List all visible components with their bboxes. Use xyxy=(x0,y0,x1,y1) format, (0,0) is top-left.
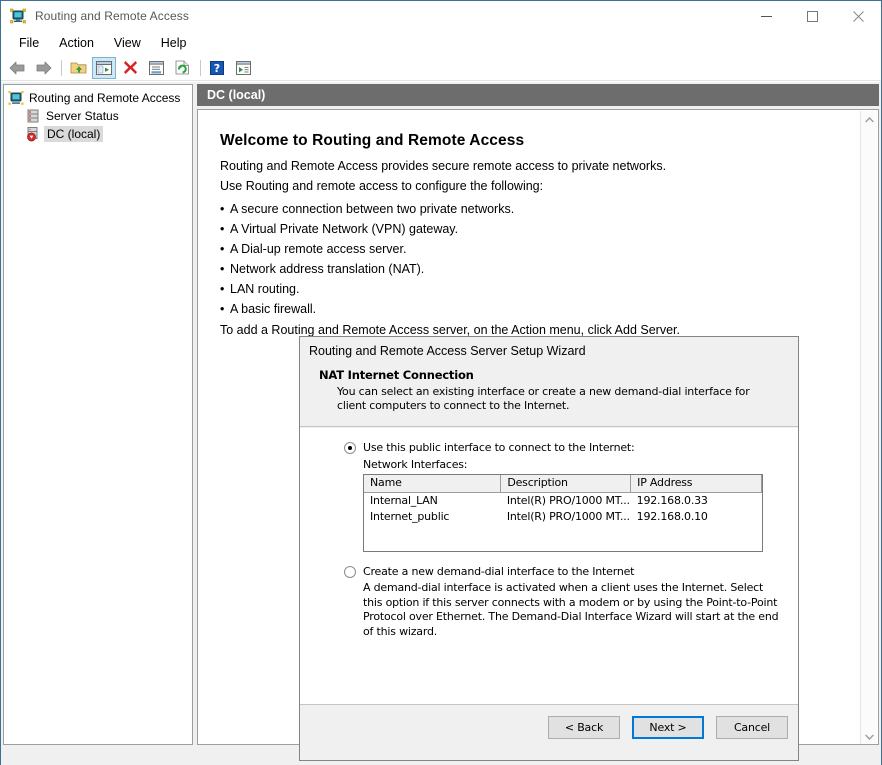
menu-file[interactable]: File xyxy=(9,33,49,53)
wizard-body: Use this public interface to connect to … xyxy=(300,428,798,704)
help-button[interactable]: ? xyxy=(205,57,229,79)
next-button[interactable]: Next > xyxy=(632,716,704,739)
cell-description: Intel(R) PRO/1000 MT... xyxy=(506,510,630,523)
menu-bar: File Action View Help xyxy=(1,31,881,55)
cell-description: Intel(R) PRO/1000 MT... xyxy=(506,494,630,507)
network-interfaces-label: Network Interfaces: xyxy=(363,458,468,471)
column-header-ip-address[interactable]: IP Address xyxy=(630,475,762,493)
page-title: Welcome to Routing and Remote Access xyxy=(220,132,525,149)
table-header-row: Name Description IP Address xyxy=(364,475,762,493)
menu-action[interactable]: Action xyxy=(49,33,104,53)
show-hide-console-tree-button[interactable] xyxy=(92,56,116,79)
toolbar-separator xyxy=(61,59,62,76)
cell-ip-address: 192.168.0.10 xyxy=(636,510,708,523)
toolbar: ? xyxy=(1,55,881,81)
rras-console-window: Routing and Remote Access File Action Vi… xyxy=(0,0,882,765)
cancel-button[interactable]: Cancel xyxy=(716,716,788,739)
export-list-button[interactable] xyxy=(231,57,255,79)
window-title: Routing and Remote Access xyxy=(35,9,189,23)
tree-node-routing-and-remote-access[interactable]: Routing and Remote Access xyxy=(8,89,192,107)
results-pane-scrollbar[interactable] xyxy=(860,111,878,744)
tree-node-dc-local[interactable]: DC (local) xyxy=(8,125,192,143)
wizard-title: Routing and Remote Access Server Setup W… xyxy=(309,344,586,358)
cell-name: Internet_public xyxy=(370,510,450,523)
results-pane-header: DC (local) xyxy=(197,84,879,106)
welcome-panel: Welcome to Routing and Remote Access Rou… xyxy=(198,110,878,337)
intro-line-1: Routing and Remote Access provides secur… xyxy=(220,159,667,173)
wizard-page-subtext: You can select an existing interface or … xyxy=(337,385,750,412)
tree-node-label: Routing and Remote Access xyxy=(29,91,181,105)
minimize-button[interactable] xyxy=(743,1,789,31)
scroll-down-icon[interactable] xyxy=(861,728,878,744)
radio-create-demand-dial[interactable]: Create a new demand-dial interface to th… xyxy=(300,565,798,578)
tree-node-label: Server Status xyxy=(46,109,119,123)
cell-ip-address: 192.168.0.33 xyxy=(636,494,708,507)
list-item: A Virtual Private Network (VPN) gateway. xyxy=(220,219,878,239)
radio-button-icon[interactable] xyxy=(344,566,356,578)
rras-setup-wizard-dialog: Routing and Remote Access Server Setup W… xyxy=(299,336,799,761)
table-row[interactable]: Internet_public Intel(R) PRO/1000 MT... … xyxy=(364,509,762,525)
delete-button[interactable] xyxy=(118,57,142,79)
back-button[interactable] xyxy=(5,57,29,79)
column-header-description[interactable]: Description xyxy=(500,475,632,493)
list-item: A secure connection between two private … xyxy=(220,199,878,219)
feature-list: A secure connection between two private … xyxy=(220,199,878,319)
wizard-page-heading: NAT Internet Connection xyxy=(319,368,474,382)
list-item: A Dial-up remote access server. xyxy=(220,239,878,259)
rras-root-icon xyxy=(8,90,24,106)
window-controls xyxy=(743,1,881,31)
menu-help[interactable]: Help xyxy=(151,33,197,53)
tree-node-server-status[interactable]: Server Status xyxy=(8,107,192,125)
title-bar: Routing and Remote Access xyxy=(1,1,881,31)
wizard-footer: < Back Next > Cancel xyxy=(300,704,798,760)
menu-view[interactable]: View xyxy=(104,33,151,53)
maximize-button[interactable] xyxy=(789,1,835,31)
list-item: LAN routing. xyxy=(220,279,878,299)
toolbar-separator xyxy=(200,59,201,76)
cell-name: Internal_LAN xyxy=(370,494,438,507)
radio-label: Use this public interface to connect to … xyxy=(363,441,635,454)
radio-use-public-interface[interactable]: Use this public interface to connect to … xyxy=(300,441,798,454)
server-local-icon xyxy=(25,126,41,142)
intro-line-2: Use Routing and remote access to configu… xyxy=(220,179,544,193)
network-interfaces-table[interactable]: Name Description IP Address Internal_LAN… xyxy=(363,474,763,552)
radio-label: Create a new demand-dial interface to th… xyxy=(363,565,635,578)
console-tree: Routing and Remote Access Server Status … xyxy=(4,85,192,143)
wizard-header: NAT Internet Connection You can select a… xyxy=(300,365,798,427)
radio-button-icon[interactable] xyxy=(344,442,356,454)
add-server-hint: To add a Routing and Remote Access serve… xyxy=(220,323,680,337)
console-tree-pane: Routing and Remote Access Server Status … xyxy=(3,84,193,745)
list-item: A basic firewall. xyxy=(220,299,878,319)
back-button[interactable]: < Back xyxy=(548,716,620,739)
forward-button[interactable] xyxy=(31,57,55,79)
tree-node-label: DC (local) xyxy=(44,126,104,142)
refresh-button[interactable] xyxy=(170,57,194,79)
rras-console-icon xyxy=(10,8,26,24)
column-header-name[interactable]: Name xyxy=(364,475,502,493)
list-item: Network address translation (NAT). xyxy=(220,259,878,279)
properties-button[interactable] xyxy=(144,57,168,79)
scroll-up-icon[interactable] xyxy=(861,111,878,128)
close-button[interactable] xyxy=(835,1,881,31)
server-status-icon xyxy=(25,108,41,124)
table-row[interactable]: Internal_LAN Intel(R) PRO/1000 MT... 192… xyxy=(364,492,762,509)
svg-text:?: ? xyxy=(214,62,220,75)
wizard-button-group: < Back Next > Cancel xyxy=(536,716,788,739)
demand-dial-description: A demand-dial interface is activated whe… xyxy=(363,581,779,638)
up-folder-button[interactable] xyxy=(66,57,90,79)
